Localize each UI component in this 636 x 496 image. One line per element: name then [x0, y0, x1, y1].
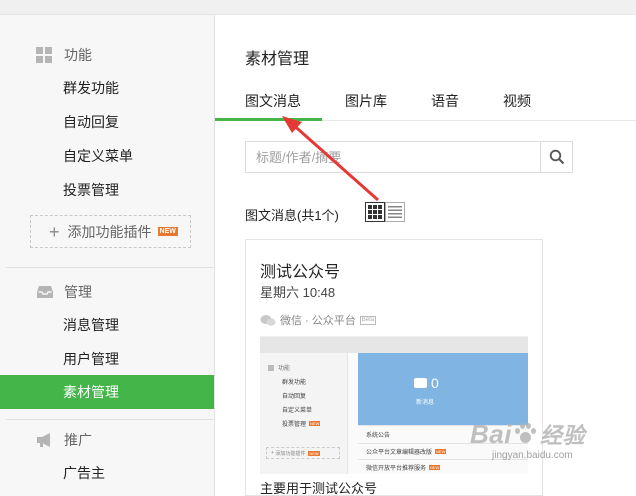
- search-icon: [549, 149, 564, 165]
- new-badge: NEW: [157, 227, 178, 236]
- card-source-text: 微信 · 公众平台: [280, 315, 356, 327]
- wechat-icon: [260, 314, 276, 326]
- tab-news[interactable]: 图文消息: [245, 91, 301, 111]
- page-title: 素材管理: [245, 51, 310, 68]
- thumb-header: [260, 337, 528, 353]
- thumb-sidebar-item: 自动回复: [282, 394, 307, 400]
- thumb-sidebar-heading: 功能: [268, 363, 290, 372]
- grid-icon: [36, 47, 54, 63]
- sidebar-item-auto-reply[interactable]: 自动回复: [0, 105, 214, 139]
- add-plugin-label: 添加功能插件: [67, 223, 152, 240]
- inbox-icon: [36, 284, 54, 300]
- beta-badge: Beta: [359, 315, 377, 325]
- tab-images[interactable]: 图片库: [345, 91, 387, 111]
- section-heading: 管理: [64, 284, 92, 300]
- active-tab-indicator: [215, 118, 322, 121]
- add-plugin-button[interactable]: + 添加功能插件 NEW: [30, 215, 191, 248]
- thumb-add-plugin: + 添加功能插件 NEW: [266, 447, 340, 459]
- divider: [6, 267, 214, 268]
- divider: [6, 419, 214, 420]
- thumb-message-label: 新消息: [416, 400, 435, 406]
- sidebar-item-custom-menu[interactable]: 自定义菜单: [0, 139, 214, 173]
- thumb-message-count: 0: [414, 375, 439, 391]
- grid-view-icon: [368, 205, 382, 219]
- watermark-url: jingyan.baidu.com: [492, 450, 573, 461]
- card-source: 微信 · 公众平台 Beta: [260, 312, 377, 328]
- sidebar-section-function: 功能: [36, 45, 92, 65]
- search-input[interactable]: [246, 142, 540, 172]
- thumb-sidebar-item: 群发功能: [282, 380, 307, 386]
- material-count: 图文消息(共1个): [245, 208, 339, 223]
- card-date: 星期六 10:48: [260, 285, 336, 300]
- thumb-row: 微信开放平台推荐服务 NEW: [358, 459, 528, 474]
- thumb-sidebar-item: 投票管理 NEW: [282, 421, 321, 428]
- megaphone-icon: [36, 432, 54, 448]
- baidu-logo: Bai 经验: [470, 418, 585, 449]
- grid-view-button[interactable]: [365, 202, 385, 222]
- plus-icon: +: [49, 221, 60, 242]
- sidebar-item-messages[interactable]: 消息管理: [0, 308, 214, 342]
- tab-bar: 图文消息 图片库 语音 视频: [215, 85, 636, 121]
- sidebar-item-mass-send[interactable]: 群发功能: [0, 71, 214, 105]
- search-box: [245, 141, 573, 173]
- card-summary: 主要用于测试公众号: [260, 481, 378, 496]
- sidebar-item-vote[interactable]: 投票管理: [0, 173, 214, 207]
- baidu-watermark: Bai 经验 jingyan.baidu.com: [470, 418, 585, 462]
- sidebar-item-advertiser[interactable]: 广告主: [0, 456, 214, 490]
- sidebar: 功能 群发功能 自动回复 自定义菜单 投票管理 + 添加功能插件 NEW 管理 …: [0, 15, 215, 496]
- sidebar-section-manage: 管理: [36, 282, 92, 302]
- tab-voice[interactable]: 语音: [431, 91, 459, 111]
- thumb-sidebar-item: 自定义菜单: [282, 408, 313, 414]
- list-view-icon: [388, 206, 402, 218]
- search-button[interactable]: [540, 142, 572, 172]
- view-toggle: [365, 202, 405, 222]
- sidebar-item-users[interactable]: 用户管理: [0, 342, 214, 376]
- sidebar-section-promotion: 推广: [36, 430, 92, 450]
- section-heading: 功能: [64, 47, 92, 63]
- chat-bubble-icon: [414, 378, 427, 388]
- thumb-new-messages-panel: 0 新消息: [358, 353, 528, 425]
- thumb-sidebar: 功能 群发功能 自动回复 自定义菜单 投票管理 NEW + 添加功能插件 NEW: [260, 353, 348, 474]
- paw-icon: [514, 423, 536, 445]
- section-heading: 推广: [64, 432, 92, 448]
- tab-video[interactable]: 视频: [503, 91, 531, 111]
- sidebar-item-materials[interactable]: 素材管理: [0, 375, 214, 409]
- card-title: 测试公众号: [260, 264, 341, 281]
- card-cover-image: 功能 群发功能 自动回复 自定义菜单 投票管理 NEW + 添加功能插件 NEW 0…: [260, 336, 528, 474]
- list-view-button[interactable]: [385, 202, 405, 222]
